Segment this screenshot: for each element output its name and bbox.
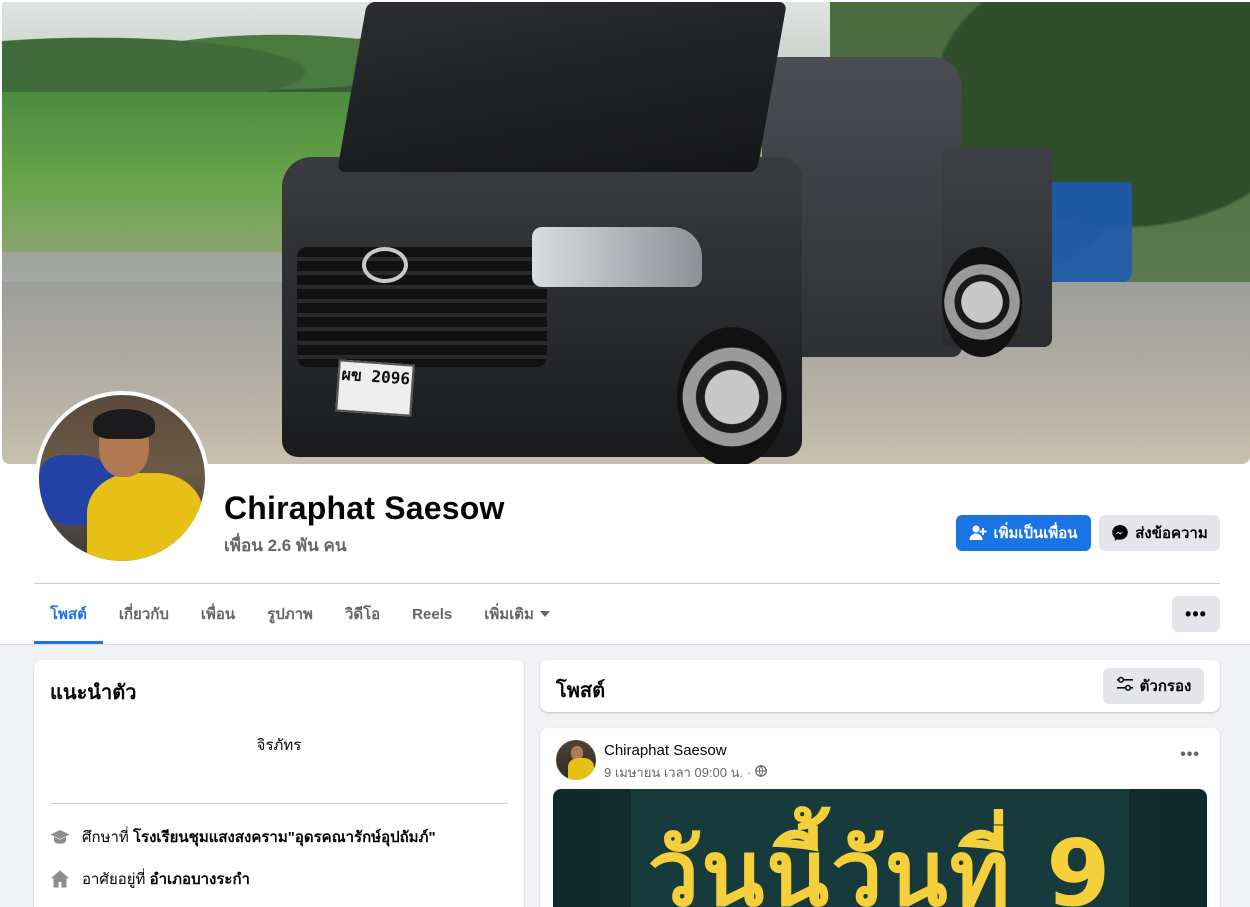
avatar[interactable] bbox=[39, 395, 205, 561]
cover-barrel bbox=[1042, 182, 1132, 282]
globe-icon bbox=[755, 765, 767, 780]
tab-reels[interactable]: Reels bbox=[396, 584, 468, 644]
post-time[interactable]: 9 เมษายน เวลา 09:00 น. · bbox=[604, 762, 751, 783]
lives-row: อาศัยอยู่ที่ อำเภอบางระกำ bbox=[50, 867, 250, 891]
lives-prefix: อาศัยอยู่ที่ bbox=[82, 871, 146, 888]
truck-wheel-rear bbox=[942, 247, 1022, 357]
sliders-icon bbox=[1116, 676, 1134, 696]
avatar-shirt bbox=[87, 473, 203, 561]
tab-label: รูปภาพ bbox=[267, 606, 313, 623]
profile-name: Chiraphat Saesow bbox=[224, 490, 505, 526]
post-options-button[interactable]: ••• bbox=[1180, 746, 1200, 764]
graduation-cap-icon bbox=[50, 827, 70, 847]
truck-headlamp bbox=[532, 227, 702, 287]
house-icon bbox=[50, 869, 70, 889]
post-author-avatar[interactable] bbox=[556, 740, 596, 780]
tab-label: เพื่อน bbox=[200, 606, 236, 623]
messenger-icon bbox=[1111, 524, 1129, 542]
education-school[interactable]: โรงเรียนชุมแสงสงคราม"อุดรคณารักษ์อุปถัมภ… bbox=[133, 829, 436, 846]
post-meta: 9 เมษายน เวลา 09:00 น. · bbox=[604, 762, 767, 783]
intro-card: แนะนำตัว จิรภัทร ศึกษาที่ โรงเรียนชุมแสง… bbox=[34, 660, 524, 907]
tab-friends[interactable]: เพื่อน bbox=[185, 584, 251, 644]
posts-title: โพสต์ bbox=[556, 680, 606, 702]
message-button[interactable]: ส่งข้อความ bbox=[1099, 515, 1220, 551]
tab-label: วิดีโอ bbox=[344, 606, 381, 623]
tab-more[interactable]: เพิ่มเติม bbox=[468, 584, 566, 644]
cover-photo[interactable]: ผข 2096 bbox=[2, 2, 1250, 464]
message-label: ส่งข้อความ bbox=[1135, 525, 1208, 542]
tab-about[interactable]: เกี่ยวกับ bbox=[103, 584, 185, 644]
caret-down-icon bbox=[539, 611, 550, 617]
post-image[interactable]: วันนี้วันที่ 9 bbox=[553, 789, 1207, 907]
license-plate: ผข 2096 bbox=[335, 359, 415, 417]
avatar-hair bbox=[93, 409, 155, 439]
filter-label: ตัวกรอง bbox=[1139, 678, 1192, 695]
education-text: ศึกษาที่ โรงเรียนชุมแสงสงคราม"อุดรคณารัก… bbox=[82, 825, 436, 849]
filter-button[interactable]: ตัวกรอง bbox=[1103, 668, 1204, 704]
post-card: Chiraphat Saesow 9 เมษายน เวลา 09:00 น. … bbox=[540, 728, 1220, 907]
truck-logo bbox=[362, 247, 408, 283]
profile-more-button[interactable]: ••• bbox=[1172, 596, 1220, 632]
person-plus-icon bbox=[969, 524, 987, 542]
tab-posts[interactable]: โพสต์ bbox=[34, 584, 103, 644]
tab-label: Reels bbox=[412, 605, 453, 623]
tab-photos[interactable]: รูปภาพ bbox=[251, 584, 329, 644]
post-author-name[interactable]: Chiraphat Saesow bbox=[604, 742, 727, 759]
truck-wheel-front bbox=[677, 327, 787, 464]
friends-count[interactable]: เพื่อน 2.6 พัน คน bbox=[224, 532, 346, 559]
post-avatar-shirt bbox=[568, 758, 594, 780]
truck-grille bbox=[297, 247, 547, 367]
post-image-text: วันนี้วันที่ 9 bbox=[647, 820, 1113, 907]
add-friend-label: เพิ่มเป็นเพื่อน bbox=[993, 525, 1078, 542]
education-prefix: ศึกษาที่ bbox=[82, 829, 129, 846]
intro-divider bbox=[50, 803, 508, 804]
add-friend-button[interactable]: เพิ่มเป็นเพื่อน bbox=[956, 515, 1091, 551]
intro-bio: จิรภัทร bbox=[256, 737, 302, 754]
tab-videos[interactable]: วิดีโอ bbox=[329, 584, 396, 644]
truck-hood bbox=[337, 2, 787, 172]
cover-truck: ผข 2096 bbox=[282, 2, 1052, 464]
intro-title: แนะนำตัว bbox=[50, 682, 137, 704]
tab-label: โพสต์ bbox=[50, 606, 87, 623]
profile-header: ผข 2096 Chiraphat Saesow เพื่อน 2.6 พัน … bbox=[0, 0, 1250, 645]
profile-tabs: โพสต์ เกี่ยวกับ เพื่อน รูปภาพ วิดีโอ Ree… bbox=[34, 584, 566, 644]
education-row: ศึกษาที่ โรงเรียนชุมแสงสงคราม"อุดรคณารัก… bbox=[50, 825, 436, 849]
lives-text: อาศัยอยู่ที่ อำเภอบางระกำ bbox=[82, 867, 250, 891]
posts-header-card: โพสต์ ตัวกรอง bbox=[540, 660, 1220, 712]
tab-label: เกี่ยวกับ bbox=[118, 606, 169, 623]
tab-label: เพิ่มเติม bbox=[484, 606, 534, 623]
lives-place[interactable]: อำเภอบางระกำ bbox=[150, 871, 250, 888]
